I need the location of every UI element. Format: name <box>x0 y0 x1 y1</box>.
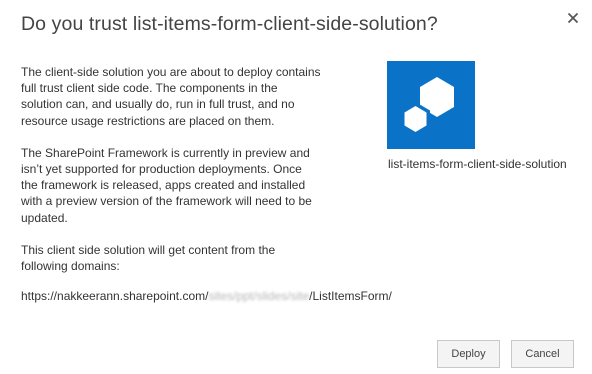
domain-suffix: /ListItemsForm/ <box>309 289 392 304</box>
close-button[interactable] <box>564 9 582 27</box>
deploy-button[interactable]: Deploy <box>437 340 500 368</box>
app-hexagon-icon <box>401 77 454 136</box>
dialog-title: Do you trust list-items-form-client-side… <box>21 13 438 35</box>
close-icon <box>567 12 579 24</box>
app-tile <box>387 61 475 149</box>
domains-intro: This client side solution will get conte… <box>21 242 276 274</box>
domain-obscured: sites/ppt/slides/site <box>208 289 310 304</box>
domain-url: https://nakkeerann.sharepoint.com/sites/… <box>21 288 392 304</box>
app-name: list-items-form-client-side-solution <box>388 157 567 171</box>
domain-prefix: https://nakkeerann.sharepoint.com/ <box>21 289 209 304</box>
preview-warning: The SharePoint Framework is currently in… <box>21 145 312 225</box>
dialog-body: The client-side solution you are about t… <box>21 64 392 304</box>
full-trust-warning: The client-side solution you are about t… <box>21 65 321 128</box>
trust-dialog: Do you trust list-items-form-client-side… <box>0 0 592 374</box>
cancel-button[interactable]: Cancel <box>511 340 574 368</box>
